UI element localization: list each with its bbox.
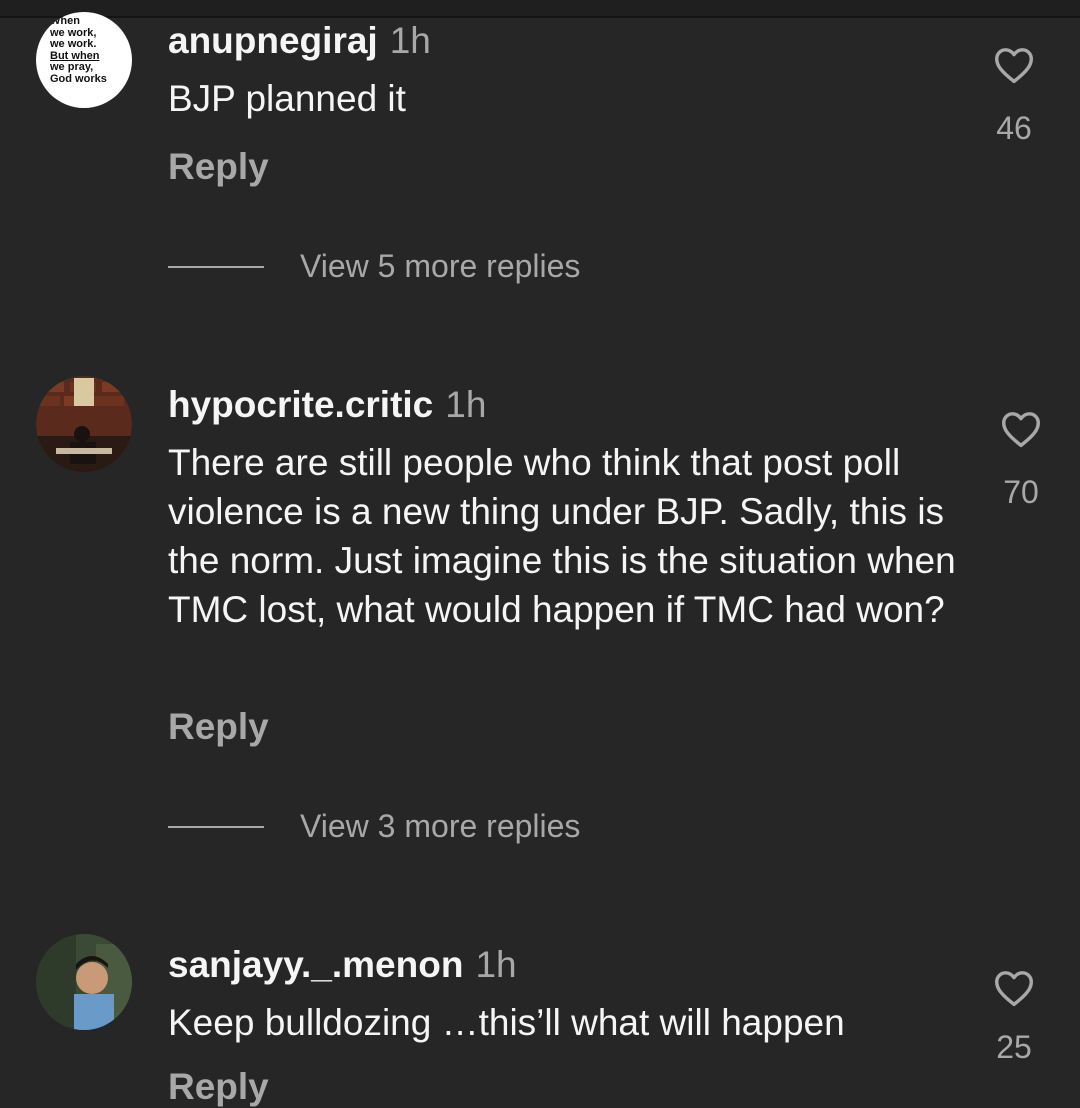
reply-button[interactable]: Reply — [168, 146, 269, 188]
avatar[interactable] — [36, 376, 132, 472]
view-replies-line — [168, 825, 264, 828]
username-link[interactable]: sanjayy._.menon — [168, 944, 463, 985]
top-divider — [0, 0, 1080, 18]
avatar-photo — [36, 376, 132, 472]
view-replies-button[interactable]: View 3 more replies — [168, 808, 580, 845]
username-link[interactable]: hypocrite.critic — [168, 384, 433, 425]
username-link[interactable]: anupnegiraj — [168, 20, 378, 61]
like-control: 70 — [991, 410, 1051, 511]
avatar[interactable] — [36, 934, 132, 1030]
like-control: 25 — [984, 969, 1044, 1066]
comment-header: anupnegiraj 1h — [168, 20, 431, 62]
view-replies-label: View 5 more replies — [300, 248, 581, 284]
view-replies-label: View 3 more replies — [300, 808, 581, 844]
view-replies-line — [168, 265, 264, 268]
comment-header: sanjayy._.menon 1h — [168, 944, 517, 986]
comment-text: Keep bulldozing …this’ll what will happe… — [168, 1002, 845, 1043]
timestamp: 1h — [445, 384, 487, 425]
heart-outline-icon[interactable] — [1000, 410, 1042, 448]
view-replies-button[interactable]: View 5 more replies — [168, 248, 580, 285]
like-count: 25 — [996, 1029, 1032, 1065]
reply-button[interactable]: Reply — [168, 706, 269, 748]
avatar-photo — [36, 934, 132, 1030]
avatar-caption-line: we pray, — [50, 61, 94, 73]
reply-button[interactable]: Reply — [168, 1066, 269, 1108]
comment-text: BJP planned it — [168, 78, 406, 119]
like-count: 46 — [996, 110, 1032, 146]
timestamp: 1h — [389, 20, 431, 61]
comment-header: hypocrite.critic 1h — [168, 384, 486, 426]
avatar-caption-line: we work. — [50, 38, 97, 50]
heart-outline-icon[interactable] — [993, 46, 1035, 84]
heart-outline-icon[interactable] — [993, 969, 1035, 1007]
avatar-caption-line: God works — [50, 72, 107, 85]
timestamp: 1h — [475, 944, 517, 985]
like-control: 46 — [984, 46, 1044, 147]
avatar[interactable]: When we work, we work. But when we pray,… — [36, 12, 132, 108]
like-count: 70 — [1003, 474, 1039, 510]
comment-text: There are still people who think that po… — [168, 442, 956, 630]
